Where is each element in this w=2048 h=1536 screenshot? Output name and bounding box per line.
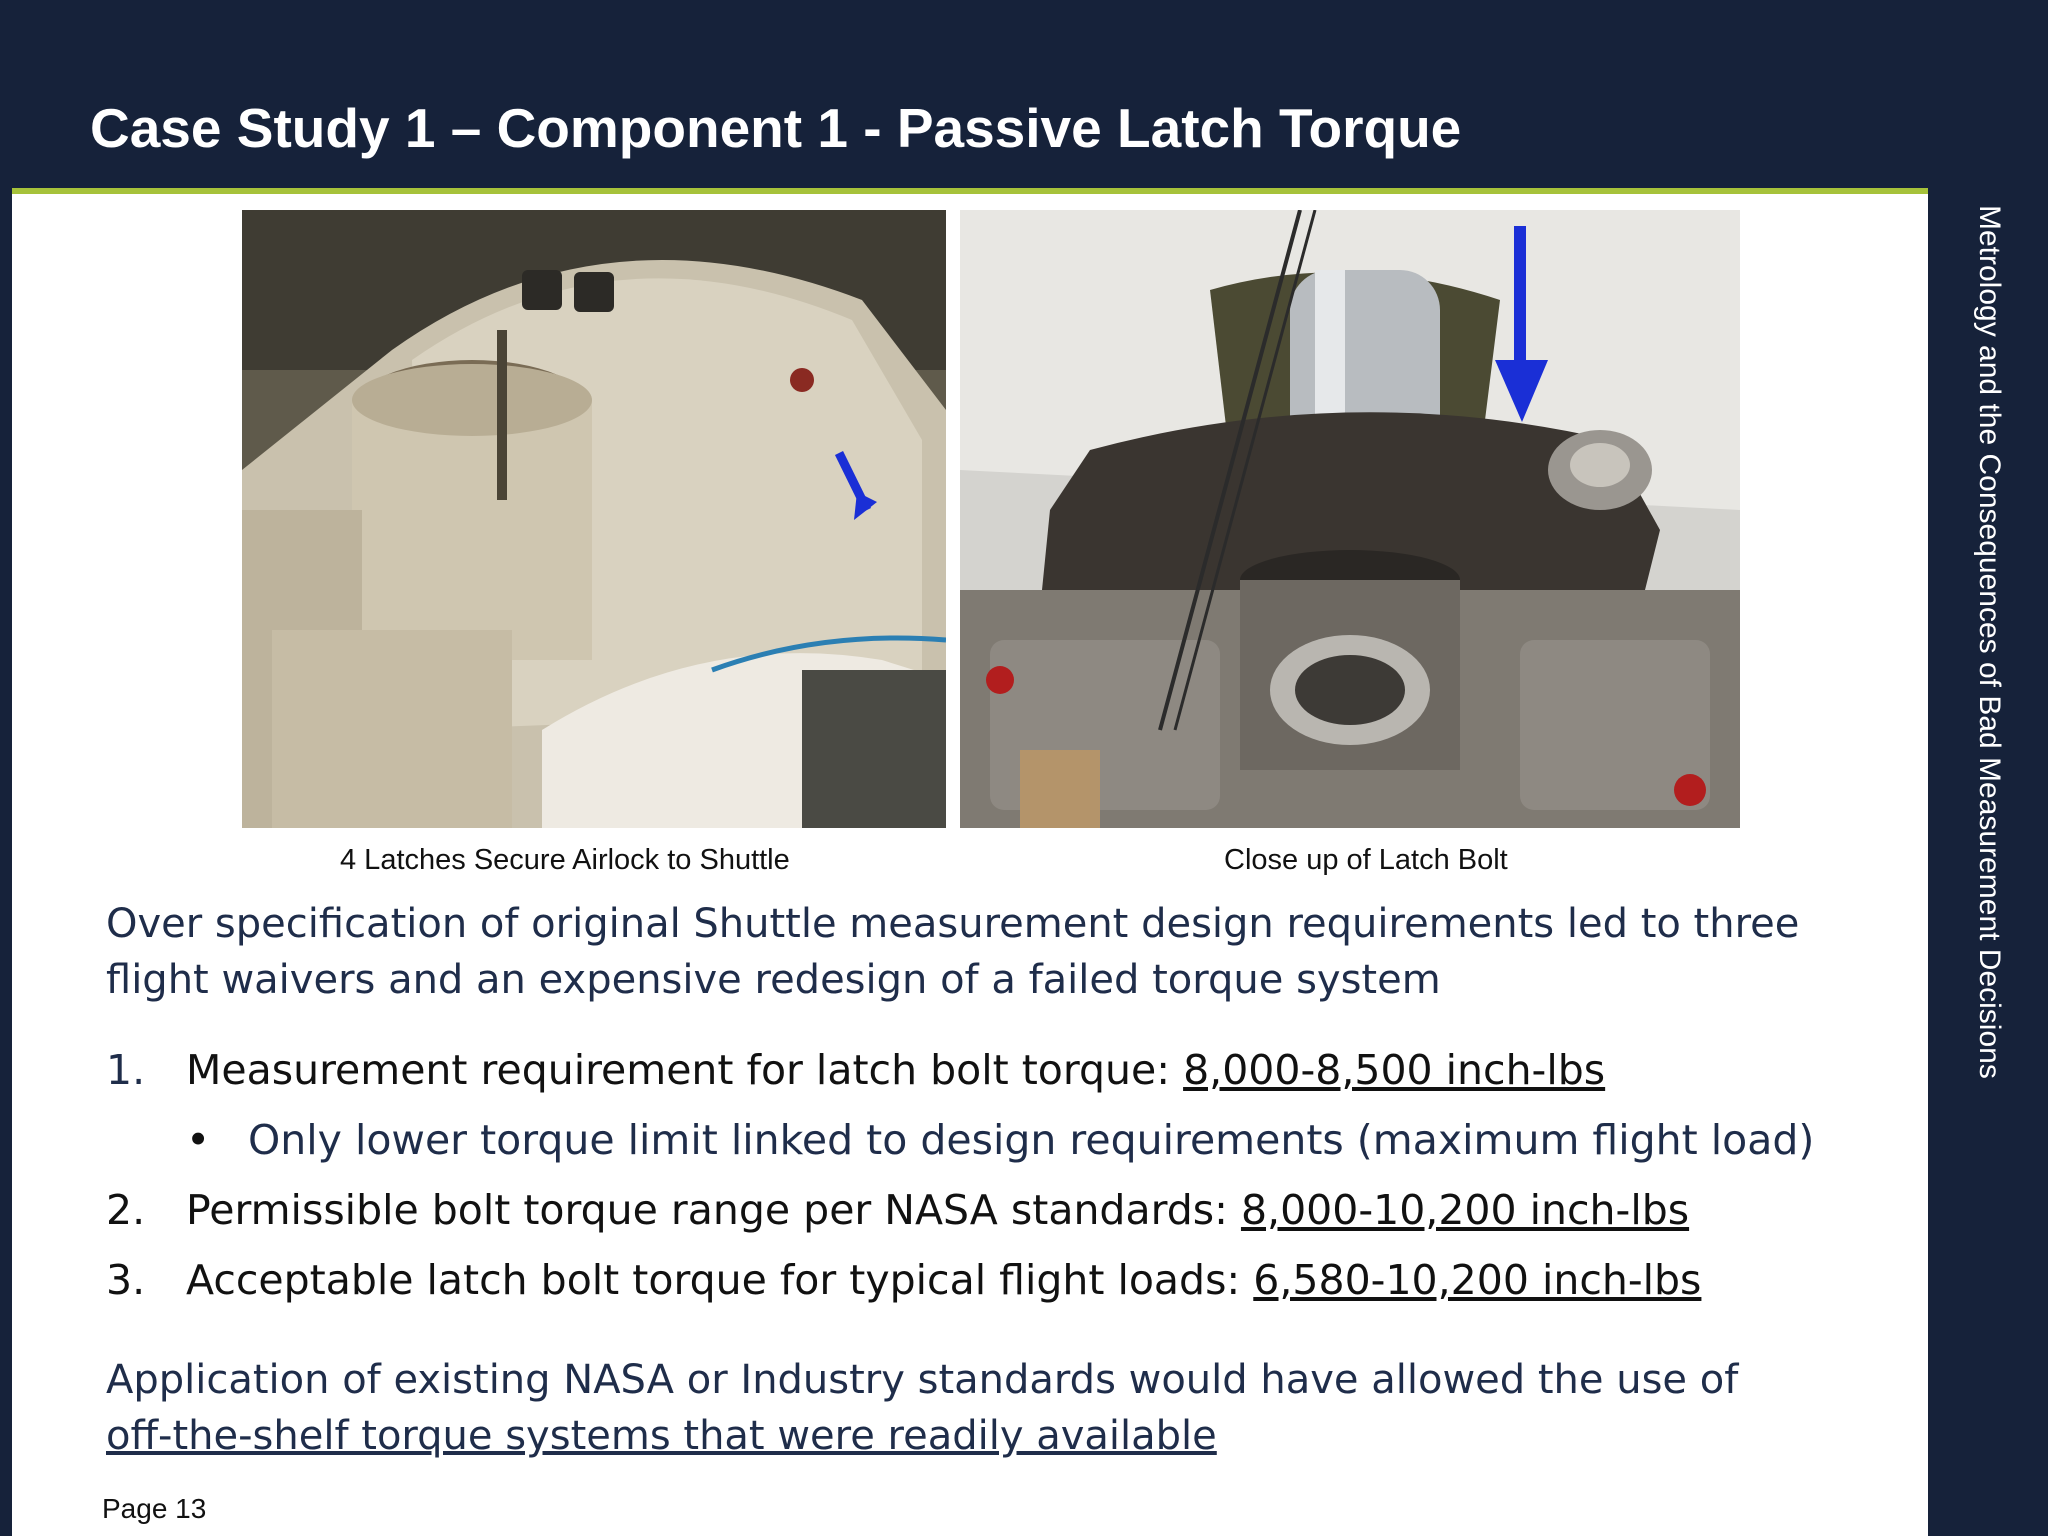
list-item: 3. Acceptable latch bolt torque for typi… (106, 1256, 1926, 1326)
list-item: 2. Permissible bolt torque range per NAS… (106, 1186, 1926, 1256)
list-item-text: Measurement requirement for latch bolt t… (186, 1046, 1605, 1094)
requirements-list: 1. Measurement requirement for latch bol… (106, 1046, 1926, 1326)
list-item-text: Permissible bolt torque range per NASA s… (186, 1186, 1689, 1234)
list-number: 3. (106, 1256, 146, 1304)
list-item: 1. Measurement requirement for latch bol… (106, 1046, 1926, 1116)
left-photo-caption: 4 Latches Secure Airlock to Shuttle (340, 844, 790, 876)
side-title: Metrology and the Consequences of Bad Me… (1973, 205, 2006, 1079)
list-number: 1. (106, 1046, 146, 1094)
list-item-label: Acceptable latch bolt torque for typical… (186, 1256, 1254, 1304)
intro-paragraph: Over specification of original Shuttle m… (106, 901, 1800, 1003)
bullet-icon: • (186, 1116, 211, 1164)
torque-value: 8,000-10,200 inch-lbs (1240, 1186, 1690, 1234)
conclusion-text: Application of existing NASA or Industry… (106, 1357, 1739, 1403)
slide-title: Case Study 1 – Component 1 - Passive Lat… (90, 97, 1462, 159)
page-number: Page 13 (102, 1493, 207, 1524)
airlock-photo (242, 210, 946, 828)
latch-bolt-photo (960, 210, 1740, 828)
torque-value: 8,000-8,500 inch-lbs (1183, 1046, 1606, 1094)
conclusion-underlined: off-the-shelf torque systems that were r… (106, 1413, 1217, 1459)
right-photo-caption: Close up of Latch Bolt (1224, 844, 1508, 876)
slide-header: Case Study 1 – Component 1 - Passive Lat… (0, 0, 1928, 190)
list-item-label: Permissible bolt torque range per NASA s… (186, 1186, 1241, 1234)
torque-value: 6,580-10,200 inch-lbs (1253, 1256, 1702, 1304)
list-number: 2. (106, 1186, 146, 1234)
list-item-label: Measurement requirement for latch bolt t… (186, 1046, 1184, 1094)
conclusion-paragraph: Application of existing NASA or Industry… (106, 1352, 1906, 1464)
list-subitem-text: Only lower torque limit linked to design… (248, 1116, 1815, 1164)
list-subitem: • Only lower torque limit linked to desi… (106, 1116, 1926, 1186)
list-item-text: Acceptable latch bolt torque for typical… (186, 1256, 1701, 1304)
